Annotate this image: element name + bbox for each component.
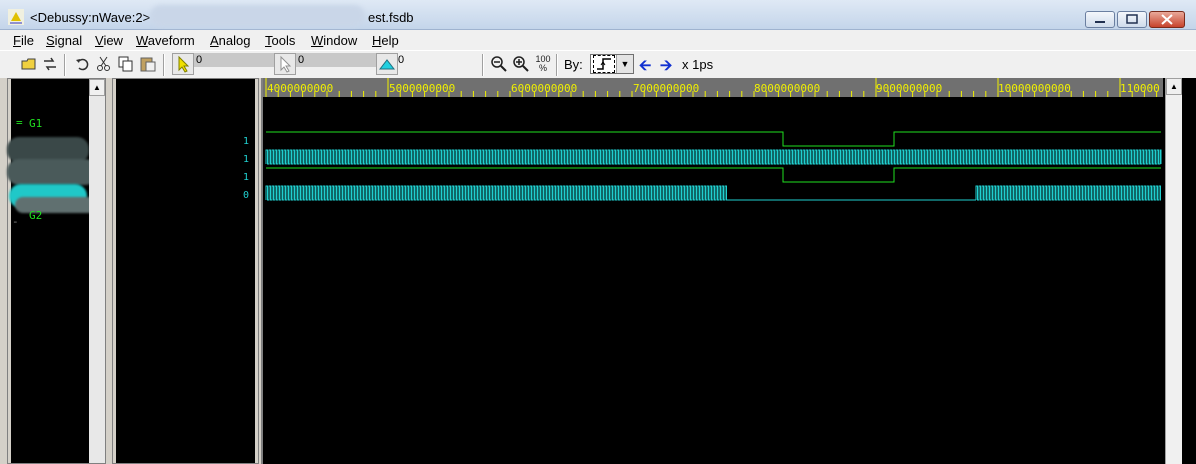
cursor-value: 0 bbox=[194, 53, 274, 67]
window-title: <Debussy:nWave:2> bbox=[30, 10, 151, 25]
prev-arrow-icon[interactable]: 🡨 bbox=[639, 55, 651, 80]
by-select[interactable]: ▼ bbox=[590, 54, 634, 74]
ruler-label: 7000000000 bbox=[633, 82, 700, 95]
menu-analog[interactable]: Analog bbox=[210, 33, 250, 48]
signal-tree-area[interactable]: = G1 G2 - bbox=[7, 79, 97, 463]
group-g1-marker: = bbox=[16, 116, 23, 129]
open-icon[interactable] bbox=[20, 55, 38, 73]
menu-file-rest: ile bbox=[20, 33, 34, 48]
zoom-fit-percent: % bbox=[538, 63, 547, 73]
redacted-title-area bbox=[150, 5, 365, 27]
signal-value: 1 bbox=[242, 172, 249, 183]
ruler-label: 4000000000 bbox=[267, 82, 334, 95]
reload-icon[interactable] bbox=[41, 55, 59, 73]
marker-button[interactable] bbox=[274, 53, 296, 75]
menu-help[interactable]: Help bbox=[372, 33, 399, 48]
copy-icon[interactable] bbox=[117, 55, 135, 73]
delta-button[interactable] bbox=[376, 53, 398, 75]
ruler-label: 9000000000 bbox=[876, 82, 943, 95]
zoom-in-icon[interactable] bbox=[512, 55, 530, 73]
cursor-arrow-icon bbox=[178, 55, 190, 73]
menu-window[interactable]: Window bbox=[311, 33, 357, 48]
scroll-up-icon[interactable]: ▲ bbox=[89, 79, 105, 96]
toolbar-separator bbox=[64, 54, 66, 76]
signal-tree-scrollbar[interactable]: ▲ bbox=[89, 79, 105, 463]
title-bar: <Debussy:nWave:2> est.fsdb bbox=[0, 0, 1196, 30]
toolbar: 0 0 0 100 % By: ▼ 🡨 🡪 x 1ps bbox=[0, 50, 1196, 78]
window-title-suffix: est.fsdb bbox=[368, 10, 414, 25]
toolbar-separator bbox=[482, 54, 484, 76]
marker-icon bbox=[280, 55, 292, 73]
minimize-icon bbox=[1095, 21, 1105, 23]
menu-tools[interactable]: Tools bbox=[265, 33, 295, 48]
app-icon bbox=[8, 9, 24, 25]
redacted-signal bbox=[7, 159, 97, 185]
waveform-canvas[interactable] bbox=[263, 98, 1163, 458]
close-icon bbox=[1161, 14, 1173, 25]
maximize-icon bbox=[1126, 14, 1138, 24]
menu-bar: File Signal View Waveform Analog Tools W… bbox=[0, 30, 1196, 50]
redacted-signal bbox=[15, 197, 97, 213]
toolbar-separator bbox=[163, 54, 165, 76]
scroll-up-icon[interactable]: ▲ bbox=[1166, 78, 1182, 95]
group-g2-marker: - bbox=[12, 215, 19, 228]
signal-tree-panel[interactable]: = G1 G2 - ▲ bbox=[7, 78, 106, 464]
menu-waveform[interactable]: Waveform bbox=[136, 33, 195, 48]
next-arrow-icon[interactable]: 🡪 bbox=[660, 55, 672, 80]
signal-value: 1 bbox=[242, 136, 249, 147]
close-button[interactable] bbox=[1149, 11, 1185, 28]
time-unit-label: x 1ps bbox=[682, 57, 714, 72]
zoom-fit-icon[interactable]: 100 % bbox=[534, 55, 552, 73]
ruler-label: 5000000000 bbox=[389, 82, 456, 95]
waveform-signal-1 bbox=[266, 131, 1161, 147]
by-label: By: bbox=[564, 57, 583, 72]
marker-value: 0 bbox=[296, 53, 376, 67]
menu-file[interactable]: File bbox=[13, 33, 34, 48]
value-panel[interactable]: 1 1 1 0 bbox=[112, 78, 259, 464]
signal-value: 0 bbox=[242, 190, 249, 201]
signal-value: 1 bbox=[242, 154, 249, 165]
group-g2-label[interactable]: G2 bbox=[29, 209, 42, 222]
waveform-panel[interactable]: 4000000000 5000000000 6000000000 7000000… bbox=[261, 78, 1196, 464]
waveform-scrollbar[interactable]: ▲ bbox=[1165, 78, 1182, 464]
ruler-label: 10000000000 bbox=[998, 82, 1071, 95]
maximize-button[interactable] bbox=[1117, 11, 1147, 28]
time-ruler[interactable]: 4000000000 5000000000 6000000000 7000000… bbox=[263, 78, 1163, 97]
rising-edge-icon bbox=[593, 55, 615, 73]
cursor-marker-button[interactable] bbox=[172, 53, 194, 75]
minimize-button[interactable] bbox=[1085, 11, 1115, 28]
value-area: 1 1 1 0 bbox=[116, 79, 255, 463]
group-g1-label[interactable]: G1 bbox=[29, 117, 42, 130]
chevron-down-icon: ▼ bbox=[616, 55, 633, 73]
zoom-out-icon[interactable] bbox=[490, 55, 508, 73]
waveform-signal-2 bbox=[265, 149, 1162, 165]
paste-icon[interactable] bbox=[139, 55, 157, 73]
ruler-label: 6000000000 bbox=[511, 82, 578, 95]
menu-view[interactable]: View bbox=[95, 33, 123, 48]
undo-icon[interactable] bbox=[74, 55, 92, 73]
menu-signal[interactable]: Signal bbox=[46, 33, 82, 48]
cut-icon[interactable] bbox=[95, 55, 113, 73]
toolbar-separator bbox=[556, 54, 558, 76]
delta-value: 0 bbox=[398, 54, 405, 66]
ruler-label: 1100000 bbox=[1120, 82, 1160, 95]
waveform-signal-3 bbox=[266, 167, 1161, 183]
ruler-label: 8000000000 bbox=[754, 82, 821, 95]
waveform-signal-4 bbox=[265, 185, 1161, 201]
delta-icon bbox=[378, 59, 396, 70]
